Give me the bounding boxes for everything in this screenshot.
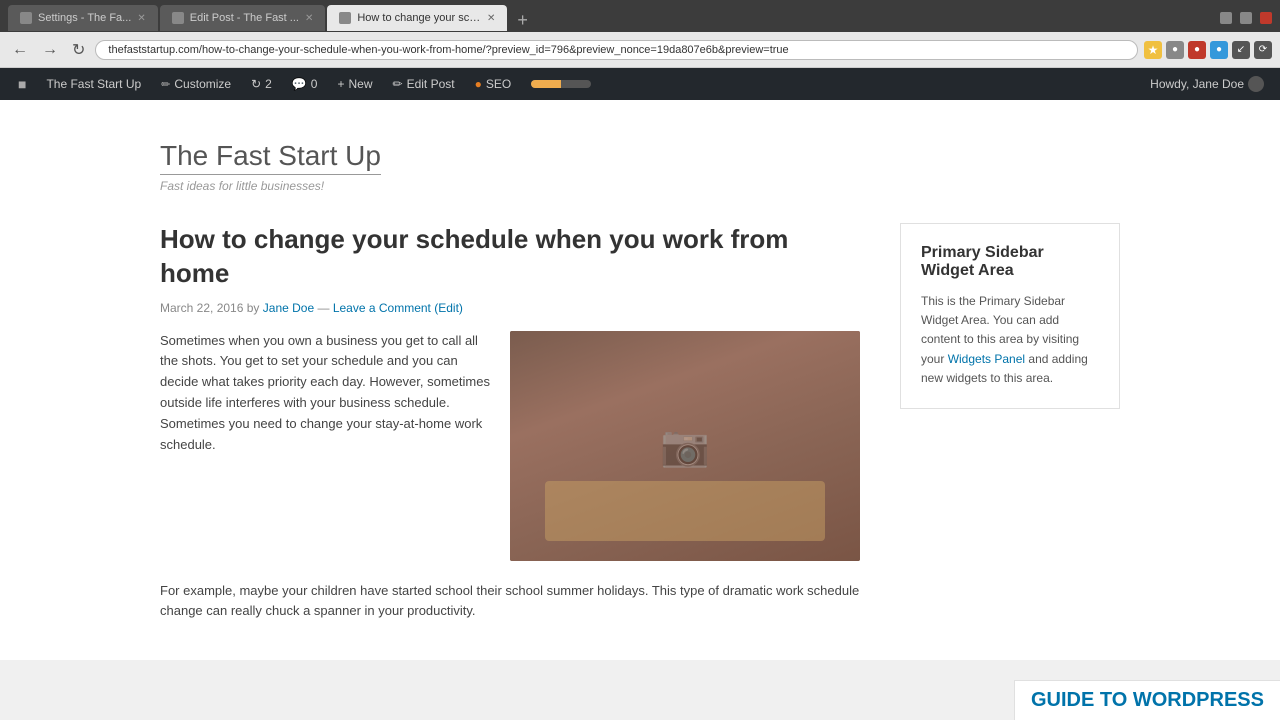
meeting-photo bbox=[510, 331, 860, 561]
tab-settings[interactable]: Settings - The Fa... ✕ bbox=[8, 5, 158, 31]
article-comment-link[interactable]: Leave a Comment bbox=[333, 301, 431, 315]
edit-post-label: Edit Post bbox=[407, 77, 455, 91]
browser-window-controls bbox=[1220, 12, 1272, 24]
browser-titlebar: Settings - The Fa... ✕ Edit Post - The F… bbox=[0, 0, 1280, 32]
address-bar[interactable]: thefaststartup.com/how-to-change-your-sc… bbox=[95, 40, 1138, 60]
user-avatar bbox=[1248, 76, 1264, 92]
guide-banner-text: GUIDE TO WORDPRESS bbox=[1031, 689, 1264, 711]
wp-admin-bar: ■ The Fast Start Up ✏ Customize ↻ 2 💬 0 … bbox=[0, 68, 1280, 100]
seo-progress-bar bbox=[531, 80, 591, 88]
article-body: Sometimes when you own a business you ge… bbox=[160, 331, 860, 561]
main-layout: How to change your schedule when you wor… bbox=[0, 223, 1280, 636]
wp-logo[interactable]: ■ bbox=[8, 68, 36, 100]
customize-label: Customize bbox=[174, 77, 231, 91]
revisions-link[interactable]: ↻ 2 bbox=[241, 68, 282, 100]
edit-icon: ✏ bbox=[393, 77, 403, 91]
reload-button[interactable]: ↻ bbox=[68, 38, 89, 62]
reload-icon[interactable]: ⟳ bbox=[1254, 41, 1272, 59]
page-content: The Fast Start Up Fast ideas for little … bbox=[0, 100, 1280, 660]
article-by: by bbox=[247, 301, 260, 315]
close-button[interactable] bbox=[1260, 12, 1272, 24]
howdy-text: Howdy, Jane Doe bbox=[1150, 77, 1244, 91]
sidebar-widget-title: Primary Sidebar Widget Area bbox=[921, 244, 1099, 280]
browser-toolbar: ← → ↻ thefaststartup.com/how-to-change-y… bbox=[0, 32, 1280, 68]
tab-label-settings: Settings - The Fa... bbox=[38, 12, 131, 24]
tab-close-preview[interactable]: ✕ bbox=[487, 13, 495, 24]
edit-post-link[interactable]: ✏ Edit Post bbox=[383, 68, 465, 100]
seo-dot: ● bbox=[475, 77, 482, 91]
comments-icon: 💬 bbox=[292, 77, 307, 91]
forward-button[interactable]: → bbox=[38, 39, 62, 61]
new-tab-button[interactable]: + bbox=[509, 10, 536, 31]
article-paragraph-1: Sometimes when you own a business you ge… bbox=[160, 331, 494, 456]
browser-window: Settings - The Fa... ✕ Edit Post - The F… bbox=[0, 0, 1280, 660]
customize-icon: ✏ bbox=[161, 78, 170, 91]
comments-count: 0 bbox=[311, 77, 318, 91]
new-label: New bbox=[348, 77, 372, 91]
howdy-section: Howdy, Jane Doe bbox=[1142, 76, 1272, 92]
article-text-left: Sometimes when you own a business you ge… bbox=[160, 331, 494, 561]
guide-banner[interactable]: GUIDE TO WORDPRESS bbox=[1014, 680, 1280, 720]
extension-icon-1[interactable]: ● bbox=[1166, 41, 1184, 59]
article-date: March 22, 2016 bbox=[160, 301, 243, 315]
sidebar-widget-text: This is the Primary Sidebar Widget Area.… bbox=[921, 292, 1099, 388]
extension-icon-red[interactable]: ● bbox=[1188, 41, 1206, 59]
tab-close-edit[interactable]: ✕ bbox=[305, 13, 313, 24]
tab-close-settings[interactable]: ✕ bbox=[137, 13, 145, 24]
tab-favicon-preview bbox=[339, 12, 351, 24]
tab-label-edit: Edit Post - The Fast ... bbox=[190, 12, 299, 24]
seo-bar-container bbox=[521, 68, 601, 100]
tab-favicon-settings bbox=[20, 12, 32, 24]
minimize-button[interactable] bbox=[1220, 12, 1232, 24]
sidebar: Primary Sidebar Widget Area This is the … bbox=[900, 223, 1120, 636]
tab-preview[interactable]: How to change your sch... ✕ bbox=[327, 5, 507, 31]
back-button[interactable]: ← bbox=[8, 39, 32, 61]
browser-tabs: Settings - The Fa... ✕ Edit Post - The F… bbox=[8, 5, 1212, 31]
tab-favicon-edit bbox=[172, 12, 184, 24]
article-separator: — bbox=[317, 301, 332, 315]
new-icon: + bbox=[337, 77, 344, 91]
toolbar-icons: ★ ● ● ● ↙ ⟳ bbox=[1144, 41, 1272, 59]
customize-link[interactable]: ✏ Customize bbox=[151, 68, 241, 100]
article-edit-anchor[interactable]: (Edit) bbox=[434, 301, 463, 315]
site-tagline: Fast ideas for little businesses! bbox=[160, 179, 1120, 193]
new-link[interactable]: + New bbox=[327, 68, 382, 100]
article-paragraph-2: For example, maybe your children have st… bbox=[160, 581, 860, 623]
article-image bbox=[510, 331, 860, 561]
site-name[interactable]: The Fast Start Up bbox=[36, 68, 151, 100]
revisions-count: 2 bbox=[265, 77, 272, 91]
site-header: The Fast Start Up Fast ideas for little … bbox=[0, 120, 1280, 223]
maximize-button[interactable] bbox=[1240, 12, 1252, 24]
comments-link[interactable]: 💬 0 bbox=[282, 68, 328, 100]
article-title: How to change your schedule when you wor… bbox=[160, 223, 860, 291]
widgets-panel-link[interactable]: Widgets Panel bbox=[948, 352, 1025, 366]
extension-icon-2[interactable]: ↙ bbox=[1232, 41, 1250, 59]
article-area: How to change your schedule when you wor… bbox=[160, 223, 860, 636]
site-title[interactable]: The Fast Start Up bbox=[160, 140, 381, 175]
seo-link[interactable]: ● SEO bbox=[465, 68, 522, 100]
article-author-link[interactable]: Jane Doe bbox=[263, 301, 314, 315]
tab-label-preview: How to change your sch... bbox=[357, 12, 481, 24]
bookmark-icon[interactable]: ★ bbox=[1144, 41, 1162, 59]
revisions-icon: ↻ bbox=[251, 77, 261, 91]
extension-icon-blue[interactable]: ● bbox=[1210, 41, 1228, 59]
tab-edit-post[interactable]: Edit Post - The Fast ... ✕ bbox=[160, 5, 326, 31]
seo-label: SEO bbox=[486, 77, 511, 91]
primary-sidebar-widget: Primary Sidebar Widget Area This is the … bbox=[900, 223, 1120, 409]
seo-progress-fill bbox=[531, 80, 561, 88]
article-meta: March 22, 2016 by Jane Doe — Leave a Com… bbox=[160, 301, 860, 315]
